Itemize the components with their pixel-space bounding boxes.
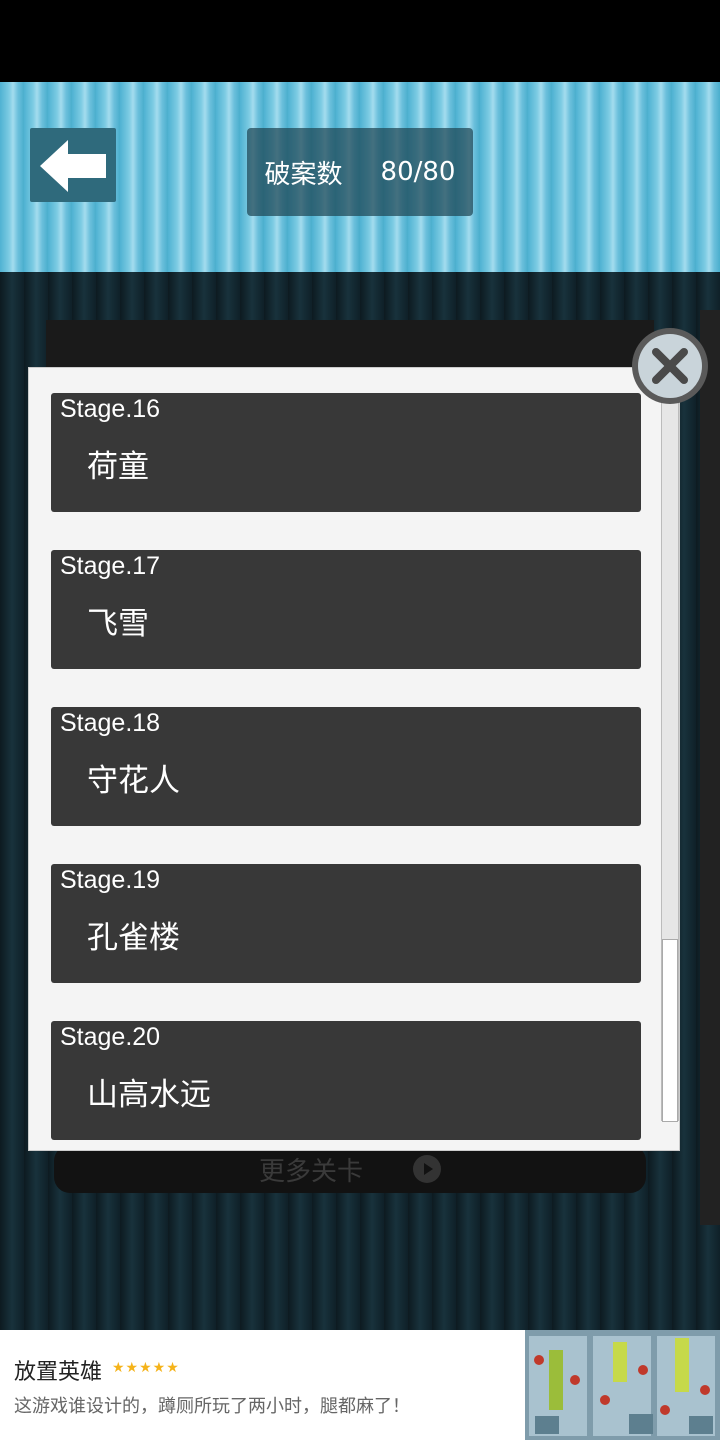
ad-image[interactable]: ✕ [525,1330,720,1440]
stage-select-dialog: Stage.16 荷童 Stage.17 飞雪 Stage.18 守花人 Sta… [28,367,680,1151]
stage-item[interactable]: Stage.18 守花人 [51,707,641,826]
stage-item[interactable]: Stage.20 山高水远 [51,1021,641,1140]
play-icon [413,1155,441,1183]
dialog-scrollbar[interactable] [661,393,679,1122]
ad-description: 这游戏谁设计的，蹲厕所玩了两小时，腿都麻了！ [14,1396,410,1417]
stage-number: Stage.18 [60,709,161,737]
solved-cases-counter: 破案数 80/80 [247,128,473,216]
stage-number: Stage.19 [60,866,161,894]
stage-list: Stage.16 荷童 Stage.17 飞雪 Stage.18 守花人 Sta… [51,393,641,1150]
ad-game-thumbnail [525,1330,720,1440]
more-levels-button[interactable]: 更多关卡 [54,1145,646,1193]
stage-name: 守花人 [87,763,180,799]
status-bar [0,0,720,82]
stage-number: Stage.16 [60,395,161,423]
more-levels-label: 更多关卡 [258,1156,363,1187]
stage-name: 荷童 [87,449,149,485]
counter-label: 破案数 [264,159,343,190]
close-dialog-button[interactable] [632,328,708,404]
stage-item[interactable]: Stage.19 孔雀楼 [51,864,641,983]
stage-number: Stage.17 [60,552,161,580]
ad-rating-stars: ★★★★★ [112,1360,180,1376]
stage-item[interactable]: Stage.16 荷童 [51,393,641,512]
ad-title: 放置英雄 [14,1360,103,1385]
stage-number: Stage.20 [60,1023,161,1051]
stage-item[interactable]: Stage.17 飞雪 [51,550,641,669]
ad-banner[interactable]: 放置英雄 ★★★★★ 这游戏谁设计的，蹲厕所玩了两小时，腿都麻了！ ✕ [0,1330,720,1440]
close-icon [652,348,688,384]
back-button[interactable] [30,128,116,202]
back-arrow-icon [40,140,106,192]
stage-name: 孔雀楼 [87,920,180,956]
stage-name: 飞雪 [87,606,149,642]
scrollbar-thumb[interactable] [662,939,678,1122]
counter-value: 80/80 [380,157,456,187]
background-scroll-strip [700,310,720,1225]
stage-name: 山高水远 [87,1077,211,1113]
